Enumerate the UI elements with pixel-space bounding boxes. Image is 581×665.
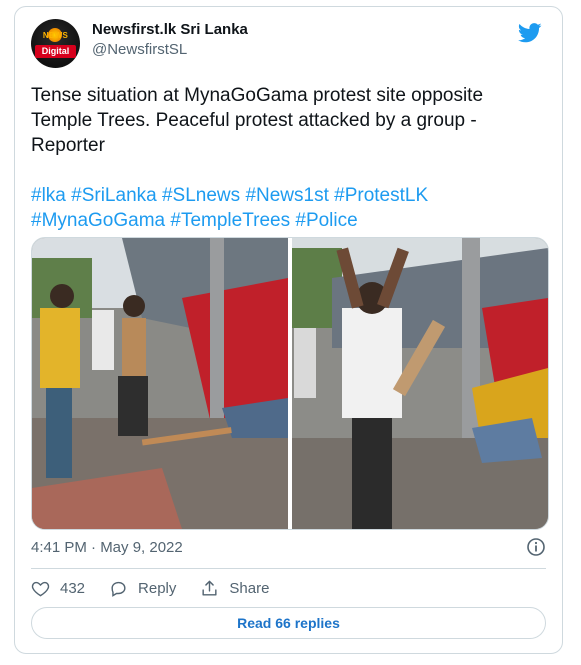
tweet-actions: 432 Reply Share: [31, 575, 293, 601]
hashtag-link[interactable]: #Police: [295, 210, 357, 231]
author-handle[interactable]: @NewsfirstSL: [92, 41, 187, 58]
hashtag-link[interactable]: #SriLanka: [71, 185, 157, 206]
hashtag-link[interactable]: #lka: [31, 185, 66, 206]
hashtag-link[interactable]: #MynaGoGama: [31, 210, 165, 231]
info-icon[interactable]: [526, 537, 546, 557]
twitter-bird-icon[interactable]: [518, 23, 542, 43]
read-replies-button[interactable]: Read 66 replies: [31, 607, 546, 639]
share-label: Share: [229, 579, 270, 597]
photo-right[interactable]: [292, 238, 548, 529]
hashtag-link[interactable]: #SLnews: [162, 185, 240, 206]
reply-label: Reply: [138, 579, 177, 597]
share-icon: [202, 580, 217, 596]
avatar[interactable]: NEWS Digital: [31, 19, 80, 68]
tweet-header: NEWS Digital Newsfirst.lk Sri Lanka @New…: [31, 19, 546, 75]
like-count: 432: [60, 579, 86, 597]
photo-left[interactable]: [32, 238, 288, 529]
reply-button[interactable]: Reply: [109, 579, 176, 598]
speech-bubble-icon: [111, 581, 126, 597]
tweet-hashtags: #lka #SriLanka #SLnews #News1st #Protest…: [31, 183, 531, 233]
author-name[interactable]: Newsfirst.lk Sri Lanka: [92, 21, 248, 38]
avatar-logo-top: NEWS: [42, 31, 69, 40]
divider: [31, 568, 546, 569]
tweet-text: Tense situation at MynaGoGama protest si…: [31, 85, 484, 156]
share-button[interactable]: Share: [200, 579, 269, 598]
tweet-card: NEWS Digital Newsfirst.lk Sri Lanka @New…: [14, 6, 563, 654]
heart-icon: [31, 581, 50, 596]
hashtag-link[interactable]: #TempleTrees: [170, 210, 290, 231]
like-button[interactable]: 432: [31, 579, 85, 598]
hashtag-link[interactable]: #ProtestLK: [334, 185, 428, 206]
tweet-timestamp[interactable]: 4:41 PM · May 9, 2022: [31, 539, 183, 556]
tweet-body: Tense situation at MynaGoGama protest si…: [31, 83, 531, 233]
tweet-media[interactable]: [31, 237, 549, 530]
hashtag-link[interactable]: #News1st: [245, 185, 328, 206]
avatar-logo-bottom: Digital: [35, 45, 76, 58]
